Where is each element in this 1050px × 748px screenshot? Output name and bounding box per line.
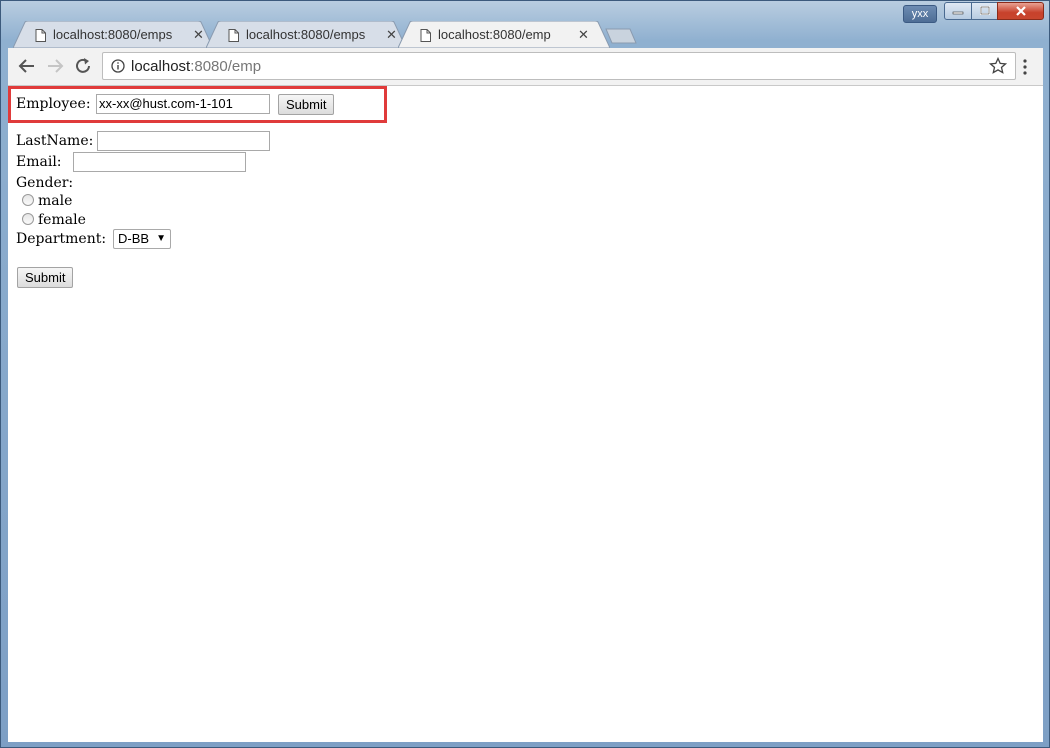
menu-icon[interactable] — [1019, 58, 1031, 76]
tab-emps-1[interactable]: localhost:8080/emps ✕ — [13, 21, 213, 48]
lastname-input[interactable] — [97, 131, 270, 151]
page-content: Employee: xx-xx@hust.com-1-101 Submit La… — [8, 86, 1043, 742]
department-label: Department: — [16, 231, 107, 247]
radio-male[interactable] — [22, 194, 34, 206]
tab-close-icon[interactable]: ✕ — [193, 27, 204, 43]
department-select[interactable]: D-BB ▼ — [113, 229, 171, 249]
email-label: Email: — [16, 154, 62, 170]
employee-label: Employee: — [16, 96, 91, 112]
reload-icon[interactable] — [74, 57, 92, 75]
email-input[interactable] — [73, 152, 246, 172]
tab-close-icon[interactable]: ✕ — [578, 27, 589, 43]
browser-window: yxx localhost:8080/emps ✕ localhost:8080… — [0, 0, 1050, 748]
department-selected-value: D-BB — [118, 231, 150, 246]
minimize-icon — [952, 11, 964, 15]
restore-icon — [979, 6, 990, 15]
page-icon — [35, 29, 46, 42]
tab-close-icon[interactable]: ✕ — [386, 27, 397, 43]
url-path: :8080/emp — [190, 58, 262, 75]
title-bar: yxx — [1, 1, 1049, 23]
lastname-label: LastName: — [16, 133, 94, 149]
new-tab-button[interactable] — [604, 28, 638, 44]
close-window-button[interactable] — [997, 2, 1044, 20]
gender-label: Gender: — [16, 175, 74, 191]
forward-icon[interactable] — [46, 57, 64, 75]
user-badge[interactable]: yxx — [903, 5, 937, 23]
maximize-button[interactable] — [971, 2, 998, 20]
address-bar[interactable]: localhost:8080/emp — [102, 52, 1016, 80]
dropdown-arrow-icon: ▼ — [156, 233, 166, 244]
employee-input[interactable]: xx-xx@hust.com-1-101 — [96, 94, 270, 114]
minimize-button[interactable] — [944, 2, 972, 20]
page-icon — [420, 29, 431, 42]
bookmark-star-icon[interactable] — [989, 57, 1007, 75]
browser-toolbar: localhost:8080/emp — [8, 48, 1043, 86]
page-icon — [228, 29, 239, 42]
tab-emps-2[interactable]: localhost:8080/emps ✕ — [206, 21, 406, 48]
back-icon[interactable] — [18, 57, 36, 75]
info-icon[interactable] — [111, 59, 125, 73]
tab-emp-active[interactable]: localhost:8080/emp ✕ — [398, 21, 610, 48]
url-host: localhost — [131, 58, 191, 75]
close-icon — [1015, 6, 1026, 16]
tab-label: localhost:8080/emps — [53, 27, 173, 42]
tab-label: localhost:8080/emps — [246, 27, 366, 42]
employee-submit-button[interactable]: Submit — [278, 94, 335, 115]
radio-female[interactable] — [22, 213, 34, 225]
submit-button[interactable]: Submit — [17, 267, 74, 288]
gender-option-male: male — [38, 193, 73, 209]
tab-label: localhost:8080/emp — [438, 27, 551, 42]
url-text: localhost:8080/emp — [131, 58, 261, 75]
gender-option-female: female — [38, 212, 86, 228]
